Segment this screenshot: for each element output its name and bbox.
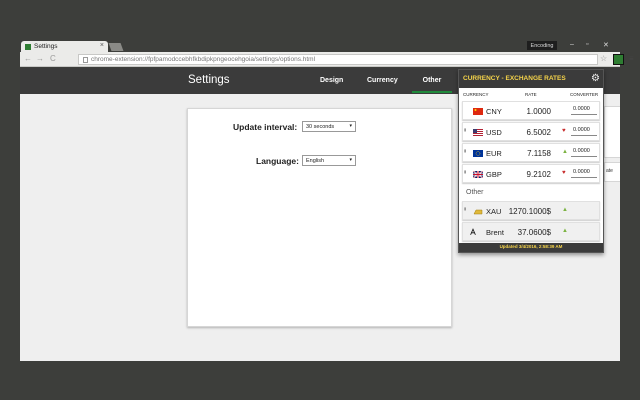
- currency-rate: 7.1158: [527, 149, 551, 158]
- language-select[interactable]: English ▾: [302, 155, 356, 166]
- page-icon: [83, 56, 88, 63]
- profile-badge[interactable]: Encoding: [527, 41, 557, 50]
- popup-footer: Updated 3/4/2016, 2:58:39 AM: [459, 243, 603, 252]
- tab-other[interactable]: Other: [412, 77, 452, 93]
- converter-input[interactable]: 0.0000: [571, 148, 597, 157]
- trend-up-icon: ▲: [562, 207, 568, 213]
- restore-icon[interactable]: ▫: [586, 41, 588, 48]
- currency-code: GBP: [486, 170, 502, 179]
- tab-currency[interactable]: Currency: [367, 77, 398, 84]
- gold-bar-icon: [473, 209, 483, 215]
- browser-toolbar: ← → C chrome-extension://fpfpamodccebhfk…: [20, 52, 634, 67]
- reload-icon[interactable]: C: [50, 54, 56, 63]
- trend-up-icon: ▲: [562, 149, 568, 155]
- currency-row: ▮ USD 6.5002 ♥ 0.0000: [462, 122, 600, 141]
- usa-flag-icon: [473, 129, 483, 136]
- currency-rate: 1.0000: [526, 107, 551, 116]
- dropdown-caret-icon: ▾: [349, 157, 352, 163]
- commodity-rate: 37.0600$: [517, 228, 551, 237]
- converter-input[interactable]: 0.0000: [571, 106, 597, 115]
- trend-down-icon: ♥: [562, 128, 566, 134]
- address-bar[interactable]: chrome-extension://fpfpamodccebhfkbdipkp…: [78, 54, 598, 65]
- converter-input[interactable]: 0.0000: [571, 169, 597, 178]
- tab-title: Settings: [34, 43, 58, 50]
- commodity-code: XAU: [486, 207, 502, 216]
- currency-rate: 9.2102: [526, 170, 551, 179]
- chart-mini-icon: ▮: [464, 206, 467, 211]
- update-interval-value: 30 seconds: [306, 123, 335, 130]
- bookmark-star-icon[interactable]: ☆: [600, 54, 607, 63]
- close-window-icon[interactable]: ✕: [603, 41, 609, 49]
- tab-design[interactable]: Design: [320, 77, 343, 84]
- currency-rate: 6.5002: [526, 128, 551, 137]
- new-tab-button[interactable]: [108, 43, 124, 51]
- popup-title: CURRENCY - EXCHANGE RATES: [463, 75, 566, 82]
- language-label: Language:: [256, 156, 299, 166]
- side-panel-text: ate: [606, 168, 613, 174]
- currency-code: CNY: [486, 107, 502, 116]
- forward-icon[interactable]: →: [36, 54, 44, 63]
- language-value: English: [306, 157, 325, 164]
- column-header-rate: RATE: [525, 92, 537, 97]
- currency-code: EUR: [486, 149, 502, 158]
- uk-flag-icon: [473, 171, 483, 178]
- url-text: chrome-extension://fpfpamodccebhfkbdipkp…: [91, 56, 316, 63]
- currency-row: CNY 1.0000 0.0000: [462, 101, 600, 120]
- settings-card: Update interval: 30 seconds ▾ Language: …: [187, 108, 452, 327]
- update-interval-label: Update interval:: [233, 122, 298, 132]
- extension-button-icon[interactable]: [613, 54, 624, 65]
- converter-input[interactable]: 0.0000: [571, 127, 597, 136]
- trend-up-icon: ▲: [562, 228, 568, 234]
- chart-mini-icon: ▮: [464, 148, 467, 153]
- trend-down-icon: ♥: [562, 170, 566, 176]
- chart-mini-icon: ▮: [464, 169, 467, 174]
- chrome-menu-icon[interactable]: ≡: [629, 54, 634, 63]
- commodity-row: Brent 37.0600$ ▲: [462, 222, 600, 241]
- minimize-icon[interactable]: –: [570, 41, 574, 48]
- tab-close-icon[interactable]: ×: [100, 42, 104, 49]
- commodity-rate: 1270.1000$: [508, 207, 551, 216]
- other-section-label: Other: [466, 189, 484, 196]
- last-updated-text: Updated 3/4/2016, 2:58:39 AM: [499, 244, 563, 249]
- back-icon[interactable]: ←: [24, 54, 32, 63]
- column-header-converter: CONVERTER: [570, 92, 599, 97]
- extension-favicon-icon: [25, 43, 31, 50]
- gear-icon[interactable]: ⚙: [591, 73, 600, 84]
- dropdown-caret-icon: ▾: [349, 123, 352, 129]
- eu-flag-icon: [473, 150, 483, 157]
- chart-mini-icon: ▮: [464, 127, 467, 132]
- oil-derrick-icon: [470, 228, 476, 235]
- currency-code: USD: [486, 128, 502, 137]
- commodity-row: ▮ XAU 1270.1000$ ▲: [462, 201, 600, 220]
- currency-row: ▮ EUR 7.1158 ▲ 0.0000: [462, 143, 600, 162]
- currency-row: ▮ GBP 9.2102 ♥ 0.0000: [462, 164, 600, 183]
- popup-header: CURRENCY - EXCHANGE RATES ⚙: [459, 70, 603, 88]
- side-panel-card: [604, 106, 620, 158]
- browser-tab[interactable]: Settings ×: [21, 41, 108, 52]
- exchange-rates-popup: CURRENCY - EXCHANGE RATES ⚙ CURRENCY RAT…: [458, 69, 604, 253]
- column-header-currency: CURRENCY: [463, 92, 489, 97]
- commodity-code: Brent: [486, 228, 504, 237]
- update-interval-select[interactable]: 30 seconds ▾: [302, 121, 356, 132]
- page-title: Settings: [188, 74, 230, 86]
- china-flag-icon: [473, 108, 483, 115]
- side-panel-card: ate: [604, 162, 620, 182]
